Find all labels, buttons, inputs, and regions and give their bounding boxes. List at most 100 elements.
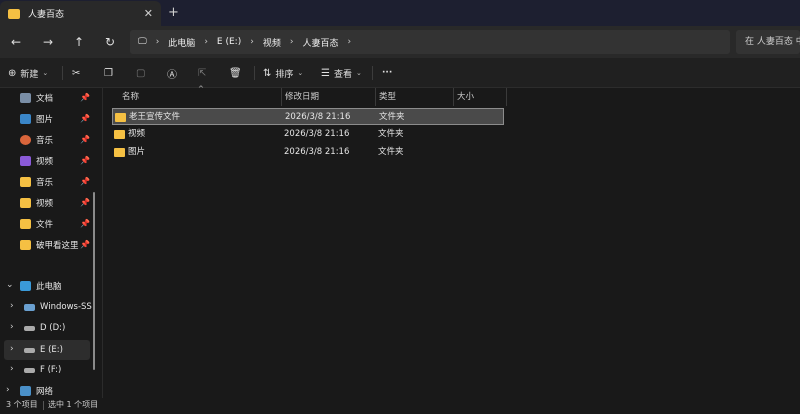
table-row[interactable]: 视频 2026/3/8 21:16 文件夹 [112, 126, 504, 143]
sidebar-item-files-folder[interactable]: 文件 [20, 215, 53, 233]
command-bar: ⊕ 新建 ⌄ ✂ ❐ ▢ Ⓐ ⇱ 🗑 ⇅ 排序 ⌄ ☰ 查看 ⌄ ··· [0, 58, 800, 88]
column-header-modified[interactable]: 修改日期 [285, 88, 319, 106]
column-header-size[interactable]: 大小 [457, 88, 474, 106]
chevron-down-icon: ⌄ [355, 69, 362, 77]
refresh-button[interactable]: ↻ [100, 32, 120, 52]
sidebar-item-drive-d[interactable]: D (D:) [24, 319, 65, 337]
breadcrumb-current[interactable]: 人妻百态 [302, 36, 338, 49]
pin-icon: 📌 [80, 93, 90, 102]
rename-button[interactable]: Ⓐ [167, 65, 181, 81]
sidebar-item-windows-ssd[interactable]: Windows-SSD [24, 298, 92, 316]
folder-icon [20, 219, 31, 229]
paste-icon: ▢ [136, 67, 146, 79]
chevron-right-icon[interactable]: › [156, 37, 160, 47]
selected-count: 选中 1 个项目 [48, 400, 99, 409]
column-divider[interactable] [281, 88, 282, 106]
sort-button[interactable]: ⇅ 排序 ⌄ [263, 65, 303, 81]
sidebar-item-label: E (E:) [40, 345, 63, 355]
chevron-right-icon[interactable]: › [250, 37, 254, 47]
sidebar-item-documents[interactable]: 文档 [20, 89, 53, 107]
chevron-down-icon[interactable]: ⌄ [6, 280, 14, 290]
sidebar-item-pojia-folder[interactable]: 破甲看这里 [20, 236, 79, 254]
cut-icon: ✂ [72, 67, 81, 79]
address-bar-area: ← → ↑ ↻ 🖵 › 此电脑 › E (E:) › 视频 › 人妻百态 › 在… [0, 26, 800, 58]
divider [372, 66, 373, 80]
sidebar-item-drive-e[interactable]: E (E:) [24, 341, 63, 359]
divider [62, 66, 63, 80]
network-icon [20, 386, 31, 396]
column-divider[interactable] [375, 88, 376, 106]
forward-button[interactable]: → [38, 32, 58, 52]
sidebar-item-drive-f[interactable]: F (F:) [24, 361, 61, 379]
sidebar-item-music-folder[interactable]: 音乐 [20, 173, 53, 191]
chevron-right-icon[interactable]: › [347, 37, 351, 47]
breadcrumb-video[interactable]: 视频 [263, 36, 281, 49]
file-name: 图片 [128, 147, 146, 157]
sidebar-item-label: 此电脑 [36, 282, 62, 292]
pin-icon: 📌 [80, 135, 90, 144]
pin-icon: 📌 [80, 219, 90, 228]
sidebar-item-video-folder[interactable]: 视频 [20, 194, 53, 212]
new-tab-button[interactable]: + [168, 5, 179, 20]
column-divider[interactable] [453, 88, 454, 106]
file-type: 文件夹 [379, 112, 405, 122]
file-type: 文件夹 [378, 147, 404, 157]
sidebar-item-label: 文件 [36, 220, 54, 230]
chevron-right-icon[interactable]: › [10, 364, 14, 374]
sidebar-item-label: D (D:) [40, 323, 66, 333]
back-button[interactable]: ← [6, 32, 26, 52]
folder-icon [114, 130, 125, 139]
new-label: 新建 [20, 69, 39, 80]
chevron-right-icon[interactable]: › [290, 37, 294, 47]
file-modified: 2026/3/8 21:16 [284, 129, 350, 139]
table-row[interactable]: 老王宣传文件 2026/3/8 21:16 文件夹 [112, 108, 504, 125]
folder-icon [8, 8, 20, 19]
up-button[interactable]: ↑ [69, 32, 89, 52]
sidebar-item-this-pc[interactable]: 此电脑 [20, 277, 62, 295]
folder-icon [20, 177, 31, 187]
column-header-type[interactable]: 类型 [379, 88, 396, 106]
new-button[interactable]: ⊕ 新建 ⌄ [8, 65, 48, 81]
copy-button[interactable]: ❐ [104, 65, 117, 81]
chevron-right-icon[interactable]: › [10, 344, 14, 354]
file-modified: 2026/3/8 21:16 [285, 112, 351, 122]
sidebar-scrollbar[interactable] [93, 192, 95, 370]
sidebar-item-label: 图片 [36, 115, 54, 125]
search-input[interactable]: 在 人妻百态 中搜索 [736, 30, 800, 54]
pin-icon: 📌 [80, 240, 90, 249]
divider [43, 401, 44, 410]
tab-current[interactable]: 人妻百态 ✕ [0, 1, 161, 26]
folder-icon [20, 198, 31, 208]
view-icon: ☰ [321, 67, 330, 79]
sidebar-item-videos[interactable]: 视频 [20, 152, 53, 170]
share-button[interactable]: ⇱ [198, 65, 210, 81]
chevron-down-icon: ⌄ [297, 69, 304, 77]
view-button[interactable]: ☰ 查看 ⌄ [321, 65, 362, 81]
sort-ascending-icon: ^ [198, 85, 204, 93]
file-type: 文件夹 [378, 129, 404, 139]
chevron-right-icon[interactable]: › [204, 37, 208, 47]
sidebar-item-label: 破甲看这里 [36, 241, 79, 251]
sidebar-item-pictures[interactable]: 图片 [20, 110, 53, 128]
sidebar-item-label: F (F:) [40, 365, 62, 375]
chevron-right-icon[interactable]: › [6, 385, 10, 395]
sidebar-item-music[interactable]: 音乐 [20, 131, 53, 149]
breadcrumb-this-pc[interactable]: 此电脑 [168, 36, 195, 49]
breadcrumb-drive-e[interactable]: E (E:) [217, 37, 241, 47]
tab-title: 人妻百态 [28, 10, 65, 20]
address-box[interactable]: 🖵 › 此电脑 › E (E:) › 视频 › 人妻百态 › [130, 30, 730, 54]
chevron-right-icon[interactable]: › [10, 301, 14, 311]
delete-button[interactable]: 🗑 [229, 65, 246, 81]
sidebar-item-label: Windows-SSD [40, 302, 92, 312]
pictures-icon [20, 114, 31, 124]
table-row[interactable]: 图片 2026/3/8 21:16 文件夹 [112, 144, 504, 161]
cut-button[interactable]: ✂ [72, 65, 84, 81]
more-button[interactable]: ··· [382, 65, 392, 81]
paste-button[interactable]: ▢ [136, 65, 149, 81]
column-header-name[interactable]: 名称 [122, 88, 139, 106]
column-divider[interactable] [506, 88, 507, 106]
sidebar-item-label: 视频 [36, 199, 54, 209]
close-icon[interactable]: ✕ [144, 7, 153, 20]
title-bar: 人妻百态 ✕ + [0, 0, 800, 26]
chevron-right-icon[interactable]: › [10, 322, 14, 332]
